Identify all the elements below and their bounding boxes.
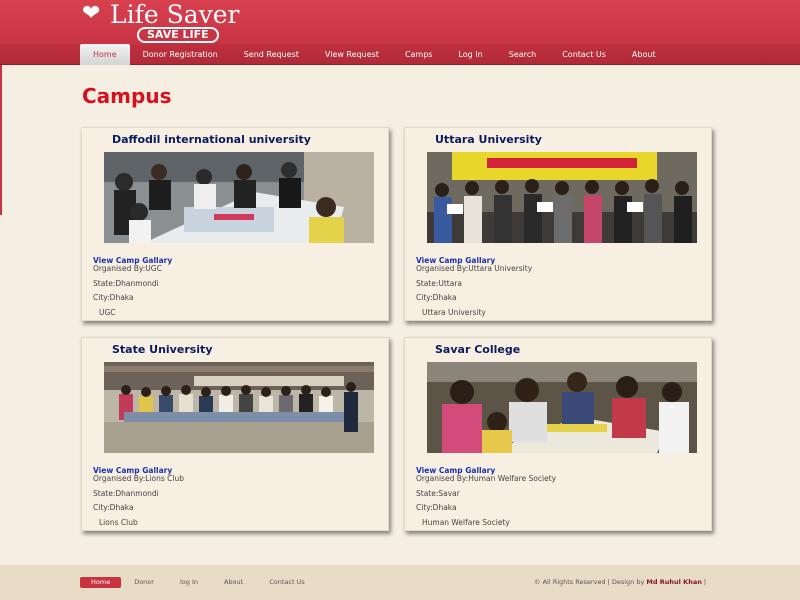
nav-item-about[interactable]: About [619,44,669,65]
page-title: Campus [82,84,172,108]
site-header: ❤ Life Saver SAVE LIFE [0,0,800,44]
organiser-name: UGC [99,308,116,317]
nav-item-camps[interactable]: Camps [392,44,446,65]
copyright: © All Rights Reserved | Design by Md Ruh… [534,578,706,586]
footer-link-home[interactable]: Home [80,577,122,588]
camp-title: Uttara University [435,133,542,146]
organiser-name: Lions Club [99,518,138,527]
designer-name[interactable]: Md Ruhul Khan [646,578,701,586]
camp-photo[interactable] [104,362,374,453]
city: City:Dhaka [416,503,457,512]
camp-title: Daffodil international university [112,133,311,146]
camp-card: Savar College View Camp Gallary Organise… [404,337,712,531]
footer-link-donor[interactable]: Donor [121,577,167,588]
nav-item-donor-registration[interactable]: Donor Registration [130,44,231,65]
nav-item-log-in[interactable]: Log In [445,44,495,65]
organised-by: Organised By:Uttara University [416,264,533,273]
left-accent-bar [0,65,2,215]
logo-title: Life Saver [110,0,240,29]
camp-card: Daffodil international university View C… [81,127,389,321]
nav-item-home[interactable]: Home [80,44,130,65]
organised-by: Organised By:Human Welfare Society [416,474,557,483]
state: State:Savar [416,489,460,498]
city: City:Dhaka [93,503,134,512]
copyright-suffix: | [701,578,707,586]
state: State:Uttara [416,279,463,288]
organised-by: Organised By:Lions Club [93,474,185,483]
organiser-name: Human Welfare Society [422,518,510,527]
camp-title: State University [112,343,213,356]
camp-card: State University View Camp Gallary Organ… [81,337,389,531]
organised-by: Organised By:UGC [93,264,162,273]
camp-photo[interactable] [104,152,374,243]
main-nav: Home Donor Registration Send Request Vie… [0,44,800,65]
camp-photo[interactable] [427,362,697,453]
nav-item-contact-us[interactable]: Contact Us [549,44,619,65]
heart-icon: ❤ [82,1,101,26]
city: City:Dhaka [416,293,457,302]
nav-item-search[interactable]: Search [496,44,549,65]
camp-title: Savar College [435,343,521,356]
footer-link-about[interactable]: About [211,577,256,588]
organiser-name: Uttara University [422,308,486,317]
state: State:Dhanmondi [93,489,159,498]
camp-photo[interactable] [427,152,697,243]
footer-link-contact-us[interactable]: Contact Us [256,577,318,588]
city: City:Dhaka [93,293,134,302]
copyright-prefix: © All Rights Reserved | Design by [534,578,647,586]
site-footer: Home Donor log In About Contact Us © All… [0,565,800,600]
nav-item-send-request[interactable]: Send Request [231,44,312,65]
camp-card: Uttara University View Camp Gallary Orga… [404,127,712,321]
state: State:Dhanmondi [93,279,159,288]
site-logo[interactable]: ❤ Life Saver SAVE LIFE [80,0,260,44]
nav-item-view-request[interactable]: View Request [312,44,392,65]
logo-badge: SAVE LIFE [137,27,219,43]
footer-link-log-in[interactable]: log In [167,577,211,588]
